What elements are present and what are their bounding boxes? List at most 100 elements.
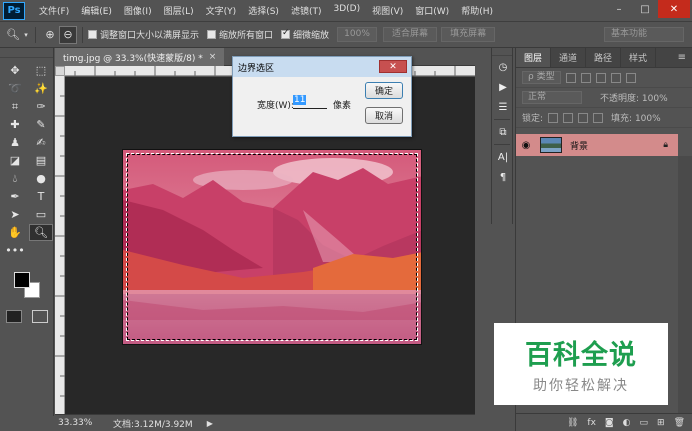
visibility-eye-icon[interactable]: ◉ (516, 140, 536, 151)
zoom-tool-active-icon[interactable]: 🔍︎ (29, 224, 53, 241)
type-tool-icon[interactable]: T (29, 188, 53, 205)
zoom-out-icon[interactable]: ⊖ (59, 25, 77, 44)
tab-styles[interactable]: 样式 (621, 48, 657, 67)
kind-filter-select[interactable]: ρ 类型 (522, 71, 561, 84)
dodge-tool-icon[interactable]: ● (29, 170, 53, 187)
foreground-color-swatch[interactable] (14, 272, 30, 288)
workspace-select[interactable]: 基本功能 (604, 27, 684, 42)
smart-object-filter-icon[interactable] (625, 72, 636, 83)
blend-mode-select[interactable]: 正常 (522, 91, 582, 104)
history-brush-tool-icon[interactable]: ✍ (29, 134, 53, 151)
shape-filter-icon[interactable] (610, 72, 621, 83)
hand-tool-icon[interactable]: ✋ (3, 224, 27, 241)
lasso-tool-icon[interactable]: ➰ (3, 80, 27, 97)
tool-preset-chevron-icon[interactable]: ▾ (22, 26, 30, 44)
status-zoom[interactable]: 33.33% (55, 418, 92, 428)
lock-position-icon[interactable] (578, 112, 589, 123)
minimize-button[interactable]: – (606, 0, 632, 18)
zoom-all-windows-checkbox[interactable]: 缩放所有窗口 (207, 28, 273, 41)
marquee-tool-icon[interactable]: ⬚ (29, 62, 53, 79)
move-tool-icon[interactable]: ✥ (3, 62, 27, 79)
eyedropper-tool-icon[interactable]: ✑ (29, 98, 53, 115)
more-tools-icon[interactable]: ••• (3, 242, 27, 259)
type-filter-icon[interactable] (595, 72, 606, 83)
cancel-button[interactable]: 取消 (365, 107, 403, 124)
blur-tool-icon[interactable]: 💧︎ (3, 170, 27, 187)
menu-filter[interactable]: 滤镜(T) (285, 4, 328, 17)
clone-source-panel-icon[interactable]: ⧉ (493, 123, 513, 141)
paragraph-panel-icon[interactable]: ¶ (493, 168, 513, 186)
panel-grip[interactable] (0, 48, 53, 58)
tab-channels[interactable]: 通道 (551, 48, 587, 67)
zoom-tool-icon[interactable]: 🔍︎ (4, 26, 22, 44)
panel-menu-icon[interactable]: ≡ (678, 52, 686, 63)
menu-view[interactable]: 视图(V) (366, 4, 409, 17)
adjustment-layer-icon[interactable]: ◐ (623, 418, 631, 428)
crop-tool-icon[interactable]: ⌗ (3, 98, 27, 115)
document-tab[interactable]: timg.jpg @ 33.3%(快速蒙版/8) * × (55, 48, 225, 66)
opacity-control[interactable]: 不透明度: 100% (600, 91, 668, 104)
menu-file[interactable]: 文件(F) (33, 4, 75, 17)
checkbox-box[interactable] (88, 30, 97, 39)
clone-stamp-tool-icon[interactable]: ♟ (3, 134, 27, 151)
resize-windows-checkbox[interactable]: 调整窗口大小以满屏显示 (88, 28, 199, 41)
menu-select[interactable]: 选择(S) (242, 4, 285, 17)
add-mask-icon[interactable]: ◙ (605, 418, 614, 428)
brush-tool-icon[interactable]: ✎ (29, 116, 53, 133)
actions-panel-icon[interactable]: ▶ (493, 78, 513, 96)
dialog-title-bar[interactable]: 边界选区 ✕ (233, 57, 411, 77)
new-group-icon[interactable]: ▭ (640, 418, 649, 428)
layer-row-background[interactable]: ◉ 背景 🔒︎ (516, 134, 678, 156)
properties-panel-icon[interactable]: ☰ (493, 98, 513, 116)
healing-brush-tool-icon[interactable]: ✚ (3, 116, 27, 133)
dialog-close-button[interactable]: ✕ (379, 60, 407, 73)
menu-type[interactable]: 文字(Y) (200, 4, 243, 17)
shape-tool-icon[interactable]: ▭ (29, 206, 53, 223)
panel-grip[interactable] (492, 48, 512, 56)
fit-screen-button[interactable]: 适合屏幕 (383, 27, 438, 42)
ok-button[interactable]: 确定 (365, 82, 403, 99)
width-input[interactable]: 11 (293, 95, 327, 109)
history-panel-icon[interactable]: ◷ (493, 58, 513, 76)
zoom-percent-field[interactable]: 100% (337, 27, 378, 42)
vertical-ruler[interactable] (55, 76, 65, 414)
tab-paths[interactable]: 路径 (586, 48, 622, 67)
menu-3d[interactable]: 3D(D) (327, 4, 366, 17)
delete-layer-icon[interactable]: 🗑︎ (674, 418, 685, 428)
tab-layers[interactable]: 图层 (516, 48, 552, 67)
menu-window[interactable]: 窗口(W) (409, 4, 455, 17)
document-image[interactable] (122, 149, 422, 345)
restore-button[interactable]: □ (632, 0, 658, 18)
pen-tool-icon[interactable]: ✒ (3, 188, 27, 205)
fill-control[interactable]: 填充: 100% (611, 111, 661, 124)
width-value[interactable]: 11 (293, 95, 307, 105)
panel-scrollbar[interactable] (678, 156, 692, 413)
tab-close-icon[interactable]: × (209, 52, 217, 62)
layer-name[interactable]: 背景 (570, 139, 588, 152)
new-layer-icon[interactable]: ⊞ (657, 418, 665, 428)
gradient-tool-icon[interactable]: ▤ (29, 152, 53, 169)
menu-help[interactable]: 帮助(H) (455, 4, 499, 17)
screen-mode-icon[interactable] (32, 310, 48, 323)
layer-thumbnail[interactable] (540, 137, 562, 153)
character-panel-icon[interactable]: A| (493, 148, 513, 166)
link-layers-icon[interactable]: ⛓ (567, 418, 578, 428)
magic-wand-tool-icon[interactable]: ✨ (29, 80, 53, 97)
menu-edit[interactable]: 编辑(E) (75, 4, 118, 17)
close-button[interactable]: ✕ (658, 0, 690, 18)
adjustment-filter-icon[interactable] (580, 72, 591, 83)
lock-pixels-icon[interactable] (563, 112, 574, 123)
eraser-tool-icon[interactable]: ◪ (3, 152, 27, 169)
checkbox-box-checked[interactable] (281, 28, 291, 39)
menu-layer[interactable]: 图层(L) (158, 4, 200, 17)
fx-icon[interactable]: fx (587, 418, 596, 428)
checkbox-box[interactable] (207, 30, 217, 39)
path-selection-tool-icon[interactable]: ➤ (3, 206, 27, 223)
quick-mask-icon[interactable] (6, 310, 22, 323)
lock-all-icon[interactable] (593, 112, 604, 123)
scrubby-zoom-checkbox[interactable]: 细微缩放 (281, 28, 329, 41)
fill-screen-button[interactable]: 填充屏幕 (441, 27, 496, 42)
lock-transparency-icon[interactable] (548, 112, 559, 123)
status-menu-arrow-icon[interactable]: ▶ (207, 419, 213, 428)
menu-image[interactable]: 图像(I) (118, 4, 158, 17)
